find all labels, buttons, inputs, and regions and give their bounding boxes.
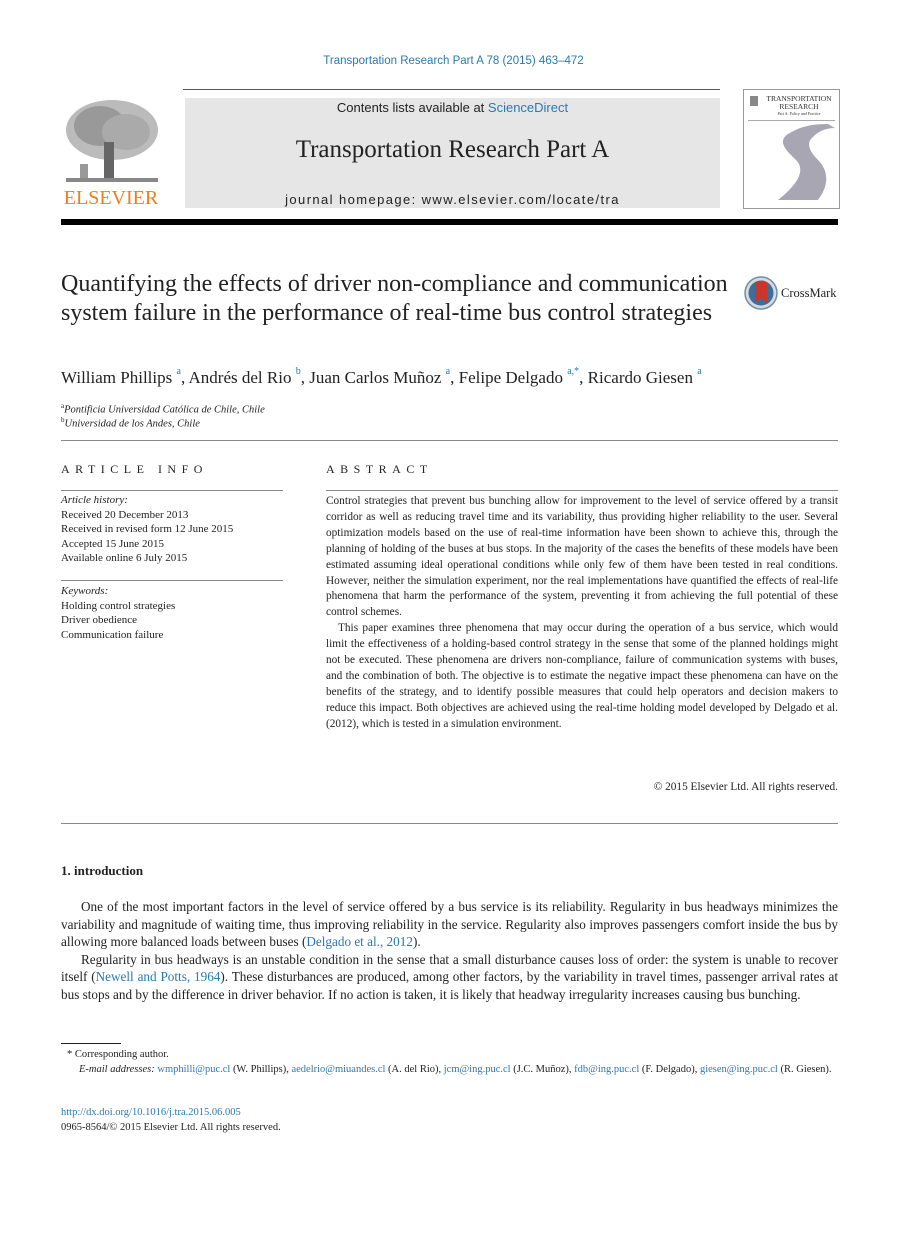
history-item: Received in revised form 12 June 2015 [61,523,234,535]
author-name: Ricardo Giesen [587,368,693,387]
abstract-paragraph: This paper examines three phenomena that… [326,622,838,730]
history-label: Article history: [61,494,128,506]
issn-copyright: 0965-8564/© 2015 Elsevier Ltd. All right… [61,1122,281,1133]
cover-subtitle: Part A: Policy and Practice [777,111,821,116]
history-item: Accepted 15 June 2015 [61,537,164,550]
email-label: E-mail addresses: [79,1064,155,1075]
corresponding-author-note: * Corresponding author. [67,1049,169,1060]
homepage-url[interactable]: www.elsevier.com/locate/tra [422,192,620,207]
crossmark-label: CrossMark [781,286,837,300]
author[interactable]: William Phillips a [61,366,181,387]
author-affiliation-marker[interactable]: a,* [567,366,579,377]
header-thick-rule [61,219,838,225]
crossmark-button[interactable]: CrossMark [744,276,844,312]
paragraph-text: One of the most important factors in the… [61,899,838,949]
article-history: Article history: Received 20 December 20… [61,493,283,566]
author[interactable]: Ricardo Giesen a [587,366,702,387]
elsevier-logo[interactable]: ELSEVIER [60,98,162,210]
footnote-rule [61,1043,121,1044]
author-name: William Phillips [61,368,173,387]
author-affiliation-marker[interactable]: a [697,366,701,377]
paragraph-text: ). [412,934,421,949]
introduction-body: One of the most important factors in the… [61,898,838,1003]
article-title: Quantifying the effects of driver non-co… [61,271,728,326]
homepage-prefix: journal homepage: [285,192,422,207]
email-addresses: E-mail addresses: wmphilli@puc.cl (W. Ph… [61,1062,838,1077]
abstract-heading: ABSTRACT [326,462,433,476]
elsevier-wordmark: ELSEVIER [63,187,159,209]
body-paragraph: One of the most important factors in the… [61,898,838,951]
author-name: Felipe Delgado [458,368,563,387]
article-info-heading: ARTICLE INFO [61,462,208,476]
author-affiliation-marker[interactable]: b [296,366,301,377]
journal-reference[interactable]: Transportation Research Part A 78 (2015)… [0,55,907,67]
author-affiliation-marker[interactable]: a [446,366,450,377]
body-paragraph: Regularity in bus headways is an unstabl… [61,951,838,1004]
article-info-rule [61,490,283,491]
email-owner: (W. Phillips), [230,1064,292,1075]
email-link[interactable]: giesen@ing.puc.cl [700,1064,778,1075]
cover-title: TRANSPORTATION RESEARCH Part A: Policy a… [760,95,838,117]
affiliation: aPontificia Universidad Católica de Chil… [61,402,265,416]
keyword: Driver obedience [61,614,138,626]
journal-title: Transportation Research Part A [295,136,610,163]
email-link[interactable]: wmphilli@puc.cl [157,1064,230,1075]
cover-road-icon [778,124,835,200]
keyword: Communication failure [61,628,164,641]
elsevier-tree-icon [66,100,158,182]
author[interactable]: Andrés del Rio b [188,366,301,387]
section-heading: 1. introduction [61,863,144,878]
author[interactable]: Felipe Delgado a,* [458,366,580,387]
author-list: William Phillips a, Andrés del Rio b, Ju… [61,366,702,387]
email-link[interactable]: aedelrio@miuandes.cl [291,1064,385,1075]
crossmark-icon [744,276,778,310]
keywords: Keywords: Holding control strategies Dri… [61,584,283,642]
footnotes: * Corresponding author. E-mail addresses… [61,1047,838,1077]
email-owner: (F. Delgado), [639,1064,700,1075]
affiliation-text: Universidad de los Andes, Chile [64,418,200,430]
sciencedirect-link[interactable]: ScienceDirect [488,100,568,115]
email-link[interactable]: jcm@ing.puc.cl [444,1064,511,1075]
email-link[interactable]: fdb@ing.puc.cl [574,1064,639,1075]
cover-rule [748,120,835,121]
affiliation: bUniversidad de los Andes, Chile [61,416,200,430]
affiliation-text: Pontificia Universidad Católica de Chile… [64,404,265,416]
cover-title-line2: RESEARCH [779,102,819,111]
doi-link[interactable]: http://dx.doi.org/10.1016/j.tra.2015.06.… [61,1107,241,1118]
abstract-body: Control strategies that prevent bus bunc… [326,494,838,733]
abstract-copyright: © 2015 Elsevier Ltd. All rights reserved… [653,781,838,793]
journal-cover-thumbnail[interactable]: TRANSPORTATION RESEARCH Part A: Policy a… [743,89,840,209]
contents-prefix: Contents lists available at [336,100,488,115]
keywords-rule [61,580,283,581]
abstract-paragraph: Control strategies that prevent bus bunc… [326,495,838,619]
cover-logo-icon [750,96,758,106]
history-item: Received 20 December 2013 [61,508,189,521]
author-name: Andrés del Rio [188,368,292,387]
author-name: Juan Carlos Muñoz [309,368,442,387]
contents-line: Contents lists available at ScienceDirec… [185,100,720,115]
journal-homepage: journal homepage: www.elsevier.com/locat… [185,192,720,207]
keyword: Holding control strategies [61,599,176,612]
section-divider [61,823,838,824]
header-top-rule [183,89,720,90]
email-owner: (R. Giesen). [777,1064,832,1075]
citation-link[interactable]: Newell and Potts, 1964 [96,969,221,984]
history-item: Available online 6 July 2015 [61,552,188,564]
abstract-rule [326,490,838,491]
citation-link[interactable]: Delgado et al., 2012 [306,934,413,949]
keywords-label: Keywords: [61,585,109,597]
email-owner: (A. del Rio), [385,1064,444,1075]
author-affiliation-marker[interactable]: a [177,366,181,377]
author[interactable]: Juan Carlos Muñoz a [309,366,450,387]
section-divider [61,440,838,441]
email-owner: (J.C. Muñoz), [510,1064,575,1075]
